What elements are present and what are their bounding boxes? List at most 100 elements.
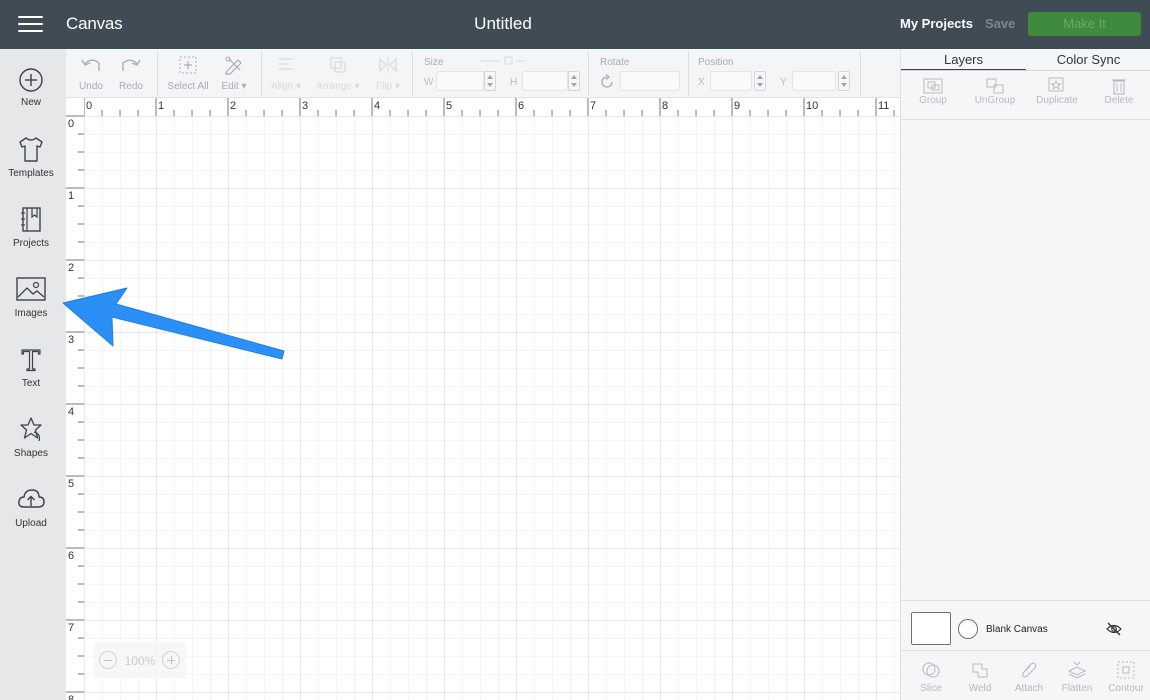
width-stepper[interactable] [484, 71, 496, 91]
flip-label: Flip ▾ [376, 81, 400, 92]
delete-label: Delete [1104, 95, 1134, 106]
select-all-button[interactable]: Select All [164, 53, 212, 95]
document-title: Untitled [474, 14, 532, 33]
ruler-left-number: 1 [68, 190, 75, 202]
height-input[interactable] [522, 71, 568, 91]
zoom-in-button[interactable] [162, 651, 180, 669]
sidebar-item-projects[interactable]: Projects [0, 205, 62, 271]
align-label: Align ▾ [270, 81, 302, 92]
layers-panel: Layers Color Sync Group UnGroup Duplicat… [900, 49, 1150, 700]
flip-text: Flip [376, 81, 393, 92]
ruler-top-number: 10 [806, 100, 819, 112]
height-stepper[interactable] [568, 71, 580, 91]
ruler-vertical [66, 98, 84, 700]
ruler-top-number: 7 [590, 100, 597, 112]
arrange-icon [330, 57, 346, 73]
rotate-input[interactable] [620, 71, 680, 91]
redo-label: Redo [119, 81, 143, 92]
x-input[interactable] [710, 71, 752, 91]
select-all-label: Select All [167, 81, 209, 92]
duplicate-icon [1048, 77, 1064, 92]
rotate-label: Rotate [600, 57, 630, 68]
attach-button[interactable]: Attach [1005, 661, 1053, 694]
y-input[interactable] [792, 71, 836, 91]
slice-button[interactable]: Slice [907, 661, 955, 694]
flip-icon [379, 57, 397, 73]
group-label: Group [919, 95, 947, 106]
ruler-top-number: 6 [518, 100, 525, 112]
notebook-icon [21, 207, 41, 232]
sidebar-label-upload: Upload [15, 518, 47, 529]
weld-button[interactable]: Weld [956, 661, 1004, 694]
ruler-top-number: 4 [374, 100, 381, 112]
ruler-top-number: 9 [734, 100, 741, 112]
sidebar-item-templates[interactable]: Templates [0, 135, 62, 201]
hide-eye-icon[interactable] [1105, 622, 1123, 636]
group-button[interactable]: Group [903, 77, 963, 113]
height-label: H [510, 77, 518, 88]
tshirt-icon [19, 137, 43, 162]
sidebar-label-shapes: Shapes [14, 448, 48, 459]
duplicate-label: Duplicate [1036, 95, 1078, 106]
sidebar-item-text[interactable]: Text [0, 345, 62, 411]
ungroup-button[interactable]: UnGroup [965, 77, 1025, 113]
contour-button[interactable]: Contour [1102, 661, 1150, 694]
arrange-label: Arrange ▾ [316, 81, 360, 92]
blank-canvas-row[interactable]: Blank Canvas [901, 600, 1150, 650]
undo-label: Undo [79, 81, 103, 92]
sidebar-item-images[interactable]: Images [0, 275, 62, 341]
lock-ratio-icon[interactable] [478, 54, 528, 68]
zoom-out-button[interactable] [99, 651, 117, 669]
left-sidebar: New Templates Projects Images Text Shape… [0, 49, 66, 700]
group-icon [923, 78, 943, 94]
x-stepper[interactable] [754, 71, 766, 91]
delete-button[interactable]: Delete [1089, 77, 1149, 113]
weld-icon [972, 663, 988, 678]
width-input[interactable] [436, 71, 484, 91]
undo-button[interactable]: Undo [76, 53, 106, 95]
ruler-horizontal [66, 98, 900, 116]
canvas-color-swatch[interactable] [911, 612, 951, 645]
save-button[interactable]: Save [985, 16, 1015, 31]
ruler-top-number: 0 [86, 100, 93, 112]
align-button[interactable]: Align ▾ [268, 53, 304, 95]
weld-label: Weld [968, 683, 992, 694]
arrange-button[interactable]: Arrange ▾ [312, 53, 364, 95]
design-canvas[interactable]: 0 1 2 3 4 5 6 7 8 9 10 11 0 1 2 3 4 5 6 7 8 100% [66, 98, 900, 700]
upload-cloud-icon [18, 489, 45, 508]
duplicate-button[interactable]: Duplicate [1027, 77, 1087, 113]
edit-button[interactable]: Edit ▾ [216, 53, 252, 95]
rotate-icon [601, 74, 613, 88]
contour-icon [1117, 661, 1135, 679]
zoom-control: 100% [94, 642, 186, 678]
arrange-text: Arrange [316, 81, 352, 92]
ruler-top-number: 8 [662, 100, 669, 112]
sidebar-item-new[interactable]: New [0, 67, 62, 133]
bottom-toolbar: Slice Weld Attach Flatten Contour [901, 650, 1150, 700]
canvas-color-circle[interactable] [958, 619, 978, 639]
sidebar-label-images: Images [14, 308, 48, 319]
ruler-left-number: 8 [68, 694, 75, 700]
redo-icon [122, 59, 141, 71]
blank-canvas-label: Blank Canvas [986, 624, 1048, 635]
make-it-button[interactable]: Make It [1028, 12, 1141, 36]
size-label: Size [424, 57, 444, 68]
canvas-grid [84, 116, 900, 700]
sidebar-label-projects: Projects [12, 238, 50, 249]
redo-button[interactable]: Redo [116, 53, 146, 95]
sidebar-label-new: New [20, 97, 41, 108]
sidebar-item-shapes[interactable]: Shapes [0, 415, 62, 481]
my-projects-link[interactable]: My Projects [900, 16, 973, 31]
tab-color-sync[interactable]: Color Sync [1026, 49, 1150, 71]
position-label: Position [698, 57, 734, 68]
sidebar-label-templates: Templates [8, 168, 54, 179]
ruler-left-number: 5 [68, 478, 75, 490]
paperclip-icon [1022, 662, 1037, 678]
sidebar-item-upload[interactable]: Upload [0, 485, 62, 551]
flatten-button[interactable]: Flatten [1053, 661, 1101, 694]
trash-icon [1112, 79, 1126, 95]
x-label: X [698, 77, 705, 88]
tab-layers[interactable]: Layers [901, 49, 1026, 71]
flip-button[interactable]: Flip ▾ [370, 53, 406, 95]
y-stepper[interactable] [838, 71, 850, 91]
